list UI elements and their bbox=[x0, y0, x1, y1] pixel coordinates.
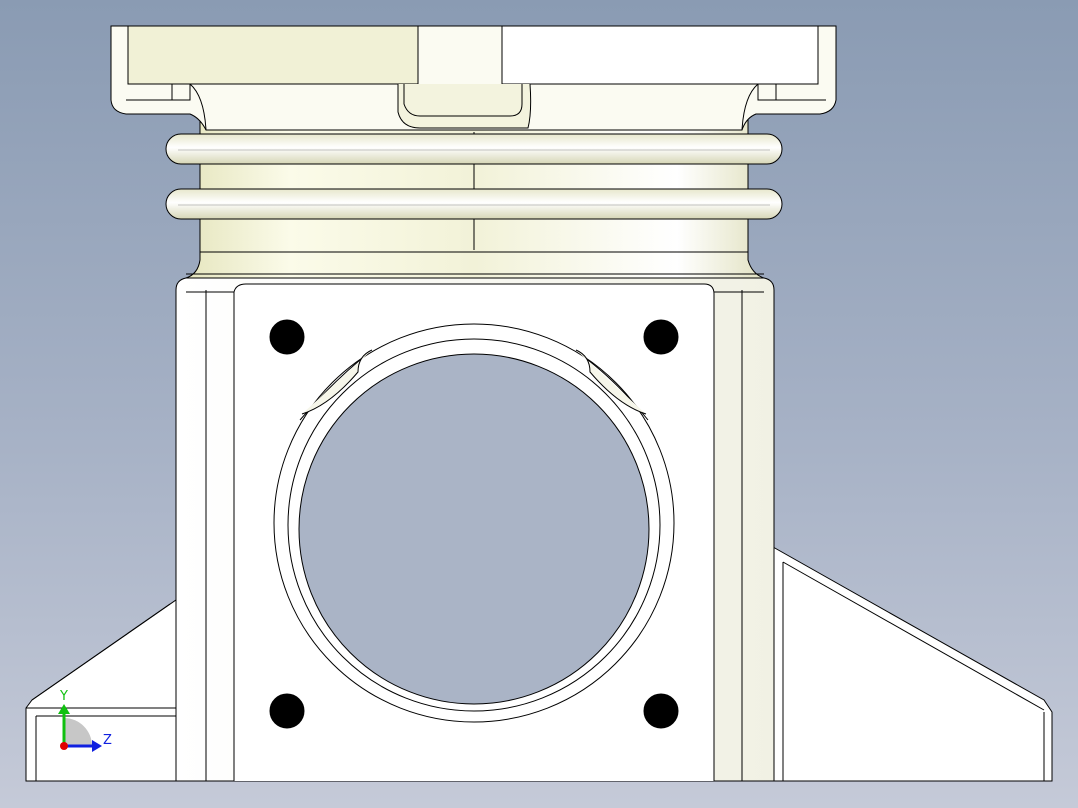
ring-groove-upper bbox=[165, 133, 783, 165]
x-axis-point bbox=[60, 742, 68, 750]
mounting-hole-top-right bbox=[643, 319, 679, 355]
z-axis-label: Z bbox=[103, 733, 112, 748]
mounting-hole-top-left bbox=[269, 319, 305, 355]
mounting-hole-bottom-left bbox=[269, 693, 305, 729]
central-bore bbox=[273, 323, 675, 723]
y-axis-label: Y bbox=[59, 689, 68, 704]
top-flange bbox=[110, 25, 837, 131]
mounting-hole-bottom-right bbox=[643, 693, 679, 729]
right-gusset bbox=[772, 546, 1053, 782]
cad-model-viewport[interactable]: Y Z bbox=[0, 0, 1078, 808]
ring-groove-lower bbox=[165, 188, 783, 220]
left-gusset bbox=[25, 599, 177, 782]
